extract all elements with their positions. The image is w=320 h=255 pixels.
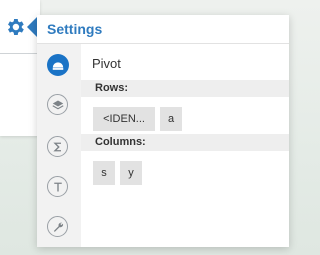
rows-chip[interactable]: <IDEN... bbox=[93, 107, 155, 131]
gear-icon[interactable] bbox=[4, 16, 26, 38]
pivot-content: Pivot Rows: <IDEN... a Columns: s y bbox=[81, 44, 289, 247]
text-icon[interactable] bbox=[47, 176, 68, 197]
panel-pointer bbox=[27, 17, 37, 37]
background-divider bbox=[0, 53, 40, 54]
pivot-icon[interactable] bbox=[47, 54, 69, 76]
settings-sidebar bbox=[37, 44, 81, 247]
pivot-title: Pivot bbox=[92, 56, 121, 71]
columns-header: Columns: bbox=[81, 134, 289, 151]
rows-header: Rows: bbox=[81, 80, 289, 97]
rows-chip-list: <IDEN... a bbox=[81, 97, 289, 134]
rows-chip[interactable]: a bbox=[160, 107, 182, 131]
columns-chip-list: s y bbox=[81, 151, 289, 188]
columns-chip[interactable]: y bbox=[120, 161, 142, 185]
wrench-icon[interactable] bbox=[47, 216, 68, 237]
settings-panel: Settings Pivot Rows: <IDEN... a Columns:… bbox=[37, 15, 289, 247]
columns-chip[interactable]: s bbox=[93, 161, 115, 185]
panel-title: Settings bbox=[37, 15, 289, 44]
sigma-icon[interactable] bbox=[47, 136, 68, 157]
layers-icon[interactable] bbox=[47, 94, 68, 115]
